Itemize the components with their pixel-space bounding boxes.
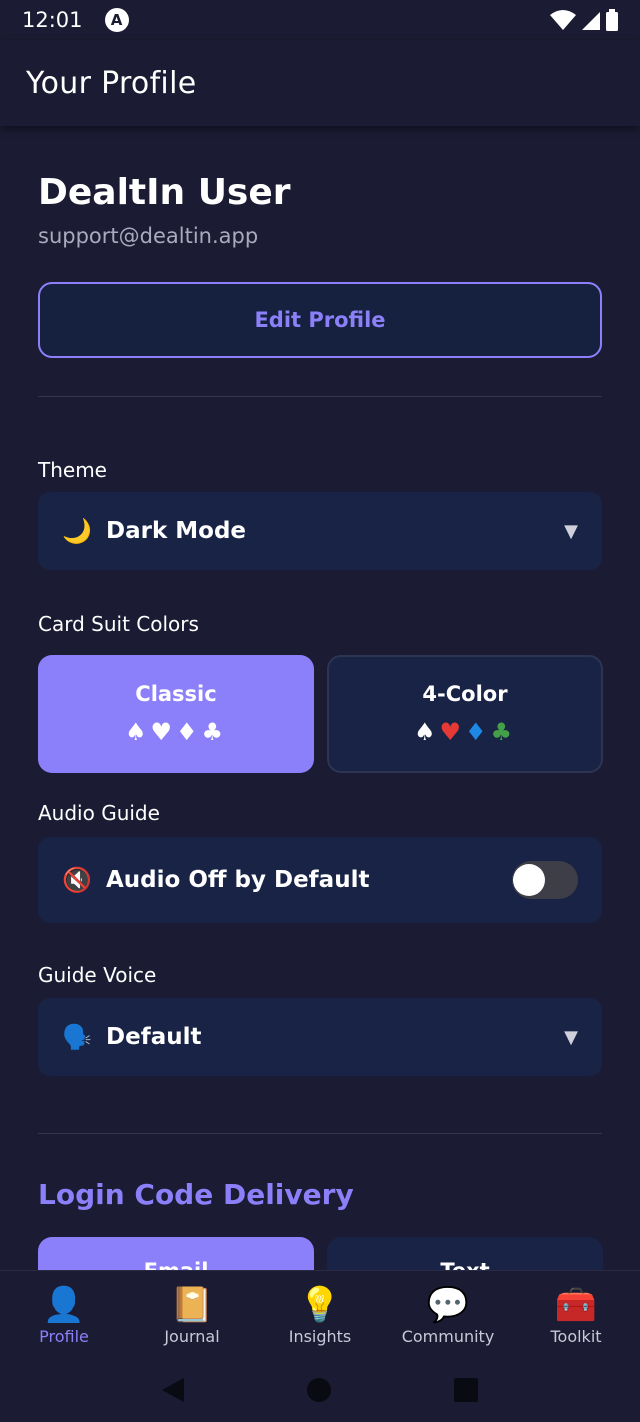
moon-icon: 🌙 bbox=[62, 517, 92, 545]
audio-setting-row: 🔇 Audio Off by Default bbox=[38, 837, 602, 923]
spade-icon: ♠ bbox=[124, 718, 151, 746]
nav-profile[interactable]: 👤 Profile bbox=[0, 1271, 128, 1358]
profile-icon: 👤 bbox=[42, 1285, 86, 1325]
heart-icon: ♥ bbox=[150, 718, 176, 746]
divider bbox=[38, 1133, 602, 1134]
heart-icon: ♥ bbox=[439, 718, 465, 746]
home-icon[interactable] bbox=[306, 1378, 331, 1402]
theme-value: Dark Mode bbox=[106, 518, 247, 544]
nav-community[interactable]: 💬 Community bbox=[384, 1271, 512, 1358]
suit-symbols-classic: ♠♥♦♣ bbox=[125, 718, 227, 746]
chevron-down-icon: ▼ bbox=[564, 520, 578, 542]
nav-insights[interactable]: 💡 Insights bbox=[256, 1271, 384, 1358]
nav-label: Insights bbox=[288, 1327, 352, 1346]
edit-profile-button[interactable]: Edit Profile bbox=[38, 282, 602, 358]
nav-label: Profile bbox=[39, 1327, 89, 1346]
chevron-down-icon: ▼ bbox=[564, 1026, 578, 1048]
divider bbox=[38, 396, 602, 397]
status-indicators bbox=[550, 9, 618, 31]
journal-icon: 📔 bbox=[170, 1285, 214, 1325]
app-notification-icon: A bbox=[104, 8, 129, 32]
voice-value: Default bbox=[106, 1024, 202, 1050]
login-code-title: Login Code Delivery bbox=[38, 1178, 354, 1211]
guide-voice-label: Guide Voice bbox=[38, 963, 157, 987]
nav-toolkit[interactable]: 🧰 Toolkit bbox=[512, 1271, 640, 1358]
battery-icon bbox=[606, 9, 618, 31]
nav-journal[interactable]: 📔 Journal bbox=[128, 1271, 256, 1358]
nav-label: Community bbox=[401, 1327, 495, 1346]
app-bar: Your Profile bbox=[0, 40, 640, 126]
theme-select[interactable]: 🌙 Dark Mode ▼ bbox=[38, 492, 602, 570]
user-name: DealtIn User bbox=[38, 172, 291, 213]
bottom-navigation: 👤 Profile 📔 Journal 💡 Insights 💬 Communi… bbox=[0, 1270, 640, 1358]
suit-option-four-color[interactable]: 4-Color ♠♥♦♣ bbox=[327, 655, 603, 773]
page-title: Your Profile bbox=[26, 65, 197, 101]
suit-option-classic[interactable]: Classic ♠♥♦♣ bbox=[38, 655, 314, 773]
mute-icon: 🔇 bbox=[62, 866, 92, 894]
signal-icon bbox=[582, 12, 600, 30]
audio-guide-label: Audio Guide bbox=[38, 801, 160, 825]
theme-label: Theme bbox=[38, 458, 107, 482]
diamond-icon: ♦ bbox=[465, 718, 491, 746]
suit-option-title: 4-Color bbox=[422, 682, 508, 706]
status-time: 12:01 bbox=[22, 8, 83, 32]
audio-value: Audio Off by Default bbox=[106, 867, 370, 893]
wifi-icon bbox=[550, 10, 576, 30]
nav-label: Journal bbox=[164, 1327, 220, 1346]
speaking-head-icon: 🗣️ bbox=[62, 1023, 92, 1051]
status-bar: 12:01 A bbox=[0, 0, 640, 40]
toggle-knob bbox=[513, 864, 545, 896]
speech-bubble-icon: 💬 bbox=[426, 1285, 470, 1325]
audio-toggle[interactable] bbox=[512, 861, 578, 899]
club-icon: ♣ bbox=[490, 718, 517, 746]
toolbox-icon: 🧰 bbox=[554, 1285, 598, 1325]
club-icon: ♣ bbox=[201, 718, 228, 746]
suit-symbols-four-color: ♠♥♦♣ bbox=[414, 718, 516, 746]
nav-label: Toolkit bbox=[550, 1327, 602, 1346]
diamond-icon: ♦ bbox=[176, 718, 202, 746]
system-navigation bbox=[0, 1358, 640, 1422]
recent-apps-icon[interactable] bbox=[454, 1378, 479, 1402]
user-email: support@dealtin.app bbox=[38, 224, 259, 248]
back-icon[interactable] bbox=[161, 1378, 184, 1402]
spade-icon: ♠ bbox=[413, 718, 440, 746]
suit-colors-label: Card Suit Colors bbox=[38, 612, 199, 636]
lightbulb-icon: 💡 bbox=[298, 1285, 342, 1325]
guide-voice-select[interactable]: 🗣️ Default ▼ bbox=[38, 998, 602, 1076]
suit-option-title: Classic bbox=[135, 682, 217, 706]
